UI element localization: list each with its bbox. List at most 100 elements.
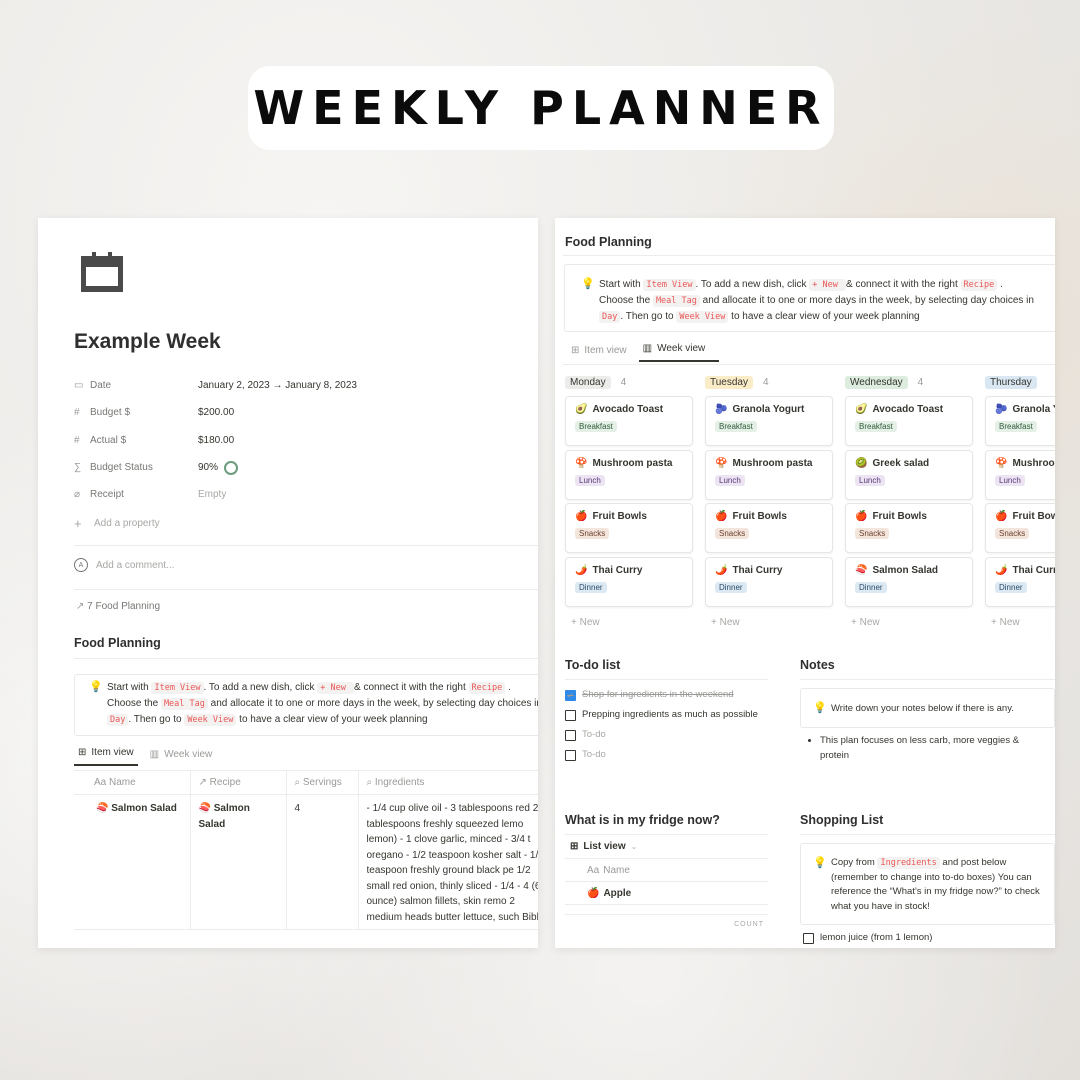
todo-item[interactable]: ✓ Shop for ingredients in the weekend xyxy=(565,688,768,702)
property-value[interactable]: $200.00 xyxy=(198,407,234,418)
tab-week-view[interactable]: ▥ Week view xyxy=(638,343,720,362)
cell-recipe[interactable]: 🍣 Salmon Salad xyxy=(190,794,287,930)
todo-section: To-do list ✓ Shop for ingredients in the … xyxy=(565,658,768,768)
meal-card[interactable]: 🌶️Thai Curry Dinner xyxy=(985,556,1055,607)
column-header[interactable]: Monday 4 xyxy=(565,374,693,390)
list-item[interactable]: This plan focuses on less carb, more veg… xyxy=(820,734,1040,763)
cell-servings[interactable]: 4 xyxy=(286,794,359,930)
list-view-dropdown[interactable]: ⊞ List view ⌄ xyxy=(565,835,768,859)
item-name: Apple xyxy=(603,887,632,899)
todo-item[interactable]: To-do xyxy=(565,728,768,742)
column-recipe[interactable]: ↗ Recipe xyxy=(190,770,287,795)
property-budget-status[interactable]: ∑ Budget Status 90% xyxy=(74,454,514,481)
checkbox[interactable] xyxy=(565,750,576,761)
column-header[interactable]: Tuesday 4 xyxy=(705,374,833,390)
column-header[interactable]: Wednesday 4 xyxy=(845,374,973,390)
food-emoji-icon: 🍎 xyxy=(575,511,588,522)
meal-name: 🥑 Avocado Toast xyxy=(575,404,664,415)
table-row[interactable]: 🍎 Apple xyxy=(565,882,768,905)
add-card-button[interactable]: + New xyxy=(845,610,973,635)
cell-name[interactable]: 🍣 Salmon Salad xyxy=(74,794,191,930)
meal-card[interactable]: 🍎Fruit Bowls Snacks xyxy=(845,503,973,553)
divider xyxy=(800,834,1055,835)
notes-heading: Notes xyxy=(800,658,835,672)
checkbox[interactable]: ✓ xyxy=(565,690,576,701)
property-value[interactable]: Empty xyxy=(198,489,226,500)
meal-card[interactable]: 🍄Mushroom pasta Lunch xyxy=(985,449,1055,500)
divider xyxy=(74,658,538,659)
meal-card[interactable]: 🥝 Greek salad Lunch xyxy=(845,449,973,500)
todo-list: ✓ Shop for ingredients in the weekend Prep… xyxy=(565,688,768,762)
view-tabs: ⊞ Item view ▥ Week view xyxy=(567,340,720,362)
meal-name: 🌶️Thai Curry xyxy=(575,564,643,576)
food-emoji-icon: 🍄 xyxy=(995,457,1008,469)
property-date[interactable]: ▭ Date January 2, 2023 → January 8, 2023 xyxy=(74,372,514,399)
add-card-button[interactable]: + New xyxy=(985,610,1055,635)
todo-item[interactable]: To-do xyxy=(565,748,768,762)
meal-card[interactable]: 🍎Fruit Bowls Snacks xyxy=(705,503,833,553)
checkbox[interactable] xyxy=(803,933,814,944)
column-name[interactable]: Aa Name xyxy=(74,770,191,795)
property-budget[interactable]: # Budget $ $200.00 xyxy=(74,399,514,426)
todo-text: Prepping ingredients as much as possible xyxy=(582,709,758,720)
count-footer[interactable]: COUNT xyxy=(565,915,768,928)
meal-name: 🥑 Avocado Toast xyxy=(855,404,944,415)
meal-tag: Lunch xyxy=(575,474,605,486)
tab-label: Item view xyxy=(584,345,627,356)
meal-card[interactable]: 🫐Granola Yogurt Breakfast xyxy=(705,396,833,446)
week-board: Monday 4 🥑 Avocado Toast Breakfast 🍄 Mushroom … xyxy=(565,374,1055,635)
meal-tag: Dinner xyxy=(855,581,887,593)
plus-icon: + xyxy=(991,617,1000,628)
todo-heading: To-do list xyxy=(565,658,621,672)
todo-item[interactable]: Prepping ingredients as much as possible xyxy=(565,708,768,722)
plus-icon: + xyxy=(711,617,720,628)
property-value[interactable]: $180.00 xyxy=(198,435,234,446)
property-receipt[interactable]: ⌀ Receipt Empty xyxy=(74,481,514,508)
property-value: 90% xyxy=(198,460,239,475)
tab-item-view[interactable]: ⊞ Item view xyxy=(567,345,631,362)
cell-ingredients[interactable]: - 1/4 cup olive oil - 3 tablespoons red … xyxy=(358,794,538,930)
backlink[interactable]: ↗ 7 Food Planning xyxy=(76,601,160,612)
comment-input[interactable]: A Add a comment... xyxy=(74,558,174,572)
meal-card[interactable]: 🫐Granola Yogurt Breakfast xyxy=(985,396,1055,446)
instructions-callout: 💡 Start with Item View. To add a new dis… xyxy=(564,264,1055,332)
meal-card[interactable]: 🥑 Avocado Toast Breakfast xyxy=(565,396,693,446)
tab-week-view[interactable]: ▥ Week view xyxy=(146,749,217,766)
property-actual[interactable]: # Actual $ $180.00 xyxy=(74,427,514,454)
add-card-button[interactable]: + New xyxy=(565,610,693,635)
shopping-item[interactable]: lemon juice (from 1 lemon) xyxy=(800,931,1055,945)
meal-card[interactable]: 🍎Fruit Bowls Snacks xyxy=(985,503,1055,553)
column-servings[interactable]: ⌕ Servings xyxy=(286,770,359,795)
property-name: Date xyxy=(90,380,112,392)
view-tabs: ⊞ Item view ▥ Week view xyxy=(74,744,216,766)
column-header[interactable]: Thursday xyxy=(985,374,1055,390)
checkbox[interactable] xyxy=(565,730,576,741)
column-name[interactable]: Aa Name xyxy=(565,859,768,882)
day-count: 4 xyxy=(762,376,769,388)
shopping-section: Shopping List 💡 Copy from Ingredients an… xyxy=(800,813,1055,948)
meal-card[interactable]: 🍄Mushroom pasta Lunch xyxy=(705,449,833,500)
add-card-button[interactable]: + New xyxy=(705,610,833,635)
tab-item-view[interactable]: ⊞ Item view xyxy=(74,747,138,766)
meal-tag: Breakfast xyxy=(715,421,757,432)
meal-card[interactable]: 🌶️Thai Curry Dinner xyxy=(565,556,693,607)
table-row[interactable]: 🍣 Salmon Salad 🍣 Salmon Salad 4 - 1/4 cu… xyxy=(74,794,538,930)
shopping-callout: 💡 Copy from Ingredients and post below (… xyxy=(800,843,1055,925)
food-planning-page: Food Planning 💡 Start with Item View. To… xyxy=(555,218,1055,948)
add-property-button[interactable]: + Add a property xyxy=(74,508,514,538)
meal-card[interactable]: 🍎Fruit Bowls Snacks xyxy=(565,503,693,553)
hash-icon: # xyxy=(74,407,80,419)
checkbox[interactable] xyxy=(565,710,576,721)
new-label: New xyxy=(999,617,1020,628)
meal-card[interactable]: 🌶️Thai Curry Dinner xyxy=(705,556,833,607)
property-value[interactable]: January 2, 2023 → January 8, 2023 xyxy=(198,380,357,391)
new-label: New xyxy=(859,617,880,628)
meal-card[interactable]: 🍣 Salmon Salad Dinner xyxy=(845,556,973,607)
food-emoji-icon: 🌶️ xyxy=(995,564,1008,576)
food-emoji-icon: 🍎 xyxy=(715,511,728,522)
board-column-tuesday: Tuesday 4 🫐 Granola Yogurt Breakfast 🍄 Mushroo… xyxy=(705,374,833,635)
column-ingredients[interactable]: ⌕ Ingredients xyxy=(358,770,538,795)
meal-card[interactable]: 🍄Mushroom pasta Lunch xyxy=(565,449,693,500)
meal-card[interactable]: 🥑 Avocado Toast Breakfast xyxy=(845,396,973,446)
progress-ring-icon xyxy=(224,460,239,475)
